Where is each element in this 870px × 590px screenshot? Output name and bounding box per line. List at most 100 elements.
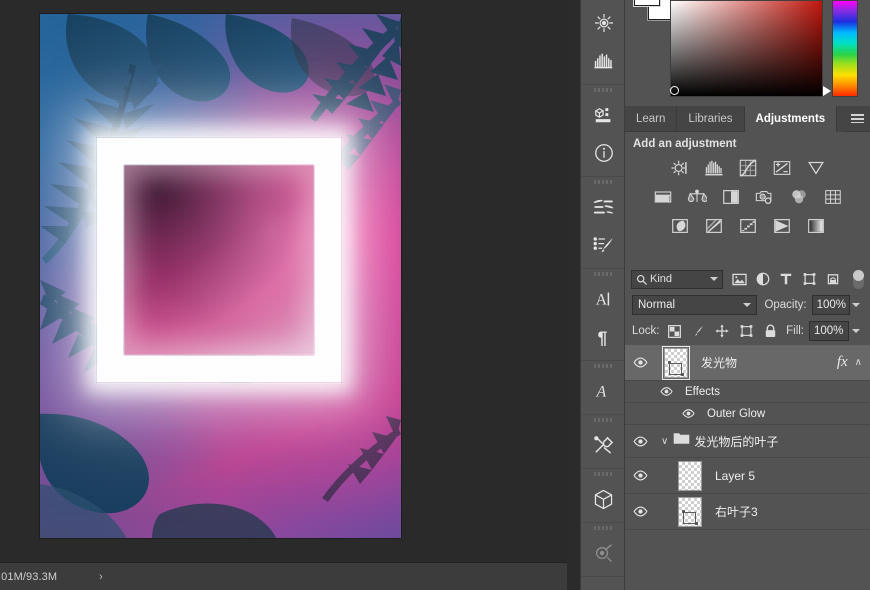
layer-visibility-toggle[interactable] bbox=[625, 357, 655, 368]
eye-icon bbox=[633, 357, 648, 368]
tab-adjustments[interactable]: Adjustments bbox=[745, 106, 838, 132]
table-row[interactable]: Outer Glow bbox=[625, 403, 870, 425]
collapsed-panel-rail[interactable]: A ¶ A bbox=[580, 0, 625, 590]
fill-label: Fill: bbox=[786, 325, 804, 337]
effects-visibility-toggle[interactable] bbox=[651, 387, 681, 396]
hue-slider-marker[interactable] bbox=[823, 86, 831, 96]
lock-position-icon[interactable] bbox=[715, 324, 729, 338]
gradient-map-icon[interactable] bbox=[771, 215, 793, 237]
measurement-log-icon[interactable] bbox=[581, 96, 626, 134]
fill-stepper[interactable] bbox=[849, 321, 863, 341]
lock-all-icon[interactable] bbox=[764, 324, 777, 338]
table-row[interactable]: 右叶子3 bbox=[625, 494, 870, 530]
status-expand-arrow[interactable]: › bbox=[99, 571, 103, 583]
lock-transparency-icon[interactable] bbox=[668, 325, 681, 338]
filter-shape-icon[interactable] bbox=[802, 272, 817, 286]
filter-pixel-icon[interactable] bbox=[732, 273, 747, 286]
group-expand-caret[interactable]: ∨ bbox=[661, 436, 668, 447]
layer-thumbnail-cell[interactable] bbox=[655, 348, 697, 378]
character-styles-icon[interactable]: A bbox=[581, 372, 626, 410]
table-row[interactable]: 发光物 fx ∧ bbox=[625, 345, 870, 381]
curves-icon[interactable] bbox=[737, 157, 759, 179]
color-panel[interactable] bbox=[625, 0, 870, 104]
chevron-up-icon[interactable]: ∧ bbox=[855, 357, 862, 368]
layer-filter-kind-select[interactable]: Kind bbox=[631, 270, 723, 289]
lock-image-icon[interactable] bbox=[691, 324, 705, 338]
thumbnail-marker bbox=[669, 363, 682, 375]
document-canvas-area[interactable] bbox=[0, 0, 567, 562]
tool-options-icon[interactable] bbox=[581, 426, 626, 464]
layer-filter-kind-label: Kind bbox=[650, 273, 672, 285]
color-lookup-icon[interactable] bbox=[822, 186, 844, 208]
filter-adjustment-icon[interactable] bbox=[756, 272, 770, 286]
group-visibility-toggle[interactable] bbox=[625, 436, 655, 447]
blend-mode-select[interactable]: Normal bbox=[632, 295, 757, 315]
lock-row: Lock: bbox=[625, 318, 870, 344]
brush-settings-icon[interactable] bbox=[581, 226, 626, 264]
color-balance-icon[interactable] bbox=[686, 186, 708, 208]
table-row[interactable]: Layer 5 bbox=[625, 458, 870, 494]
opacity-stepper[interactable] bbox=[850, 295, 863, 315]
document-status-bar: .01M/93.3M › bbox=[0, 562, 567, 590]
eye-icon bbox=[682, 409, 695, 418]
layer-thumbnail-cell[interactable] bbox=[669, 461, 711, 491]
hue-slider[interactable] bbox=[832, 0, 858, 97]
top-panel-tabstrip[interactable]: Learn Libraries Adjustments bbox=[625, 106, 870, 132]
saturation-value-field[interactable] bbox=[670, 0, 823, 97]
tab-learn[interactable]: Learn bbox=[625, 106, 677, 132]
timeline-icon[interactable] bbox=[581, 534, 626, 572]
group-name[interactable]: 发光物后的叶子 bbox=[694, 433, 778, 450]
3d-mesh-icon[interactable] bbox=[581, 4, 626, 42]
fill-input[interactable]: 100% bbox=[809, 321, 849, 341]
info-icon[interactable] bbox=[581, 134, 626, 172]
effects-group-label: Effects bbox=[685, 386, 720, 398]
rail-group-3d-cube bbox=[581, 469, 624, 523]
channel-mixer-icon[interactable] bbox=[788, 186, 810, 208]
effect-visibility-toggle[interactable] bbox=[673, 409, 703, 418]
top-panel-menu-button[interactable] bbox=[844, 106, 870, 132]
fill-value: 100% bbox=[814, 325, 843, 337]
table-row[interactable]: ∨ 发光物后的叶子 bbox=[625, 425, 870, 458]
hue-saturation-icon[interactable] bbox=[652, 186, 674, 208]
3d-cube-icon[interactable] bbox=[581, 480, 626, 518]
exposure-icon[interactable] bbox=[771, 157, 793, 179]
invert-icon[interactable] bbox=[669, 215, 691, 237]
layer-visibility-toggle[interactable] bbox=[625, 470, 655, 481]
layer-name[interactable]: 发光物 bbox=[701, 354, 737, 371]
layer-name[interactable]: 右叶子3 bbox=[715, 503, 758, 520]
paragraph-icon[interactable]: ¶ bbox=[581, 318, 626, 356]
lock-artboard-icon[interactable] bbox=[739, 324, 754, 338]
effect-name[interactable]: Outer Glow bbox=[707, 408, 765, 420]
layer-visibility-toggle[interactable] bbox=[625, 506, 655, 517]
color-field-cursor[interactable] bbox=[670, 86, 679, 95]
artboard[interactable] bbox=[40, 14, 401, 538]
eye-icon bbox=[633, 470, 648, 481]
layer-name[interactable]: Layer 5 bbox=[715, 469, 755, 483]
layer-thumbnail-cell[interactable] bbox=[669, 497, 711, 527]
layer-filter-toggle[interactable] bbox=[853, 270, 864, 289]
histogram-icon[interactable] bbox=[581, 42, 626, 80]
lock-label: Lock: bbox=[632, 325, 660, 337]
table-row[interactable]: Effects bbox=[625, 381, 870, 403]
rail-group-info bbox=[581, 85, 624, 177]
layer-thumbnail bbox=[664, 348, 688, 378]
tool-presets-icon[interactable] bbox=[581, 188, 626, 226]
filter-smart-object-icon[interactable] bbox=[826, 272, 840, 286]
brightness-contrast-icon[interactable] bbox=[669, 157, 691, 179]
black-white-icon[interactable] bbox=[720, 186, 742, 208]
levels-icon[interactable] bbox=[703, 157, 725, 179]
filter-type-icon[interactable] bbox=[779, 272, 793, 286]
tab-libraries[interactable]: Libraries bbox=[677, 106, 744, 132]
threshold-icon[interactable] bbox=[737, 215, 759, 237]
layer-fx-cell[interactable]: fx ∧ bbox=[837, 354, 870, 371]
layers-panel: Kind bbox=[625, 240, 870, 590]
photo-filter-icon[interactable] bbox=[754, 186, 776, 208]
posterize-icon[interactable] bbox=[703, 215, 725, 237]
foreground-color-swatch[interactable] bbox=[634, 0, 660, 6]
layer-list[interactable]: 发光物 fx ∧ Effects bbox=[625, 345, 870, 590]
opacity-input[interactable]: 100% bbox=[812, 295, 850, 315]
layer-fx-badge[interactable]: fx bbox=[837, 354, 848, 371]
selective-color-icon[interactable] bbox=[805, 215, 827, 237]
vibrance-icon[interactable] bbox=[805, 157, 827, 179]
character-icon[interactable]: A bbox=[581, 280, 626, 318]
